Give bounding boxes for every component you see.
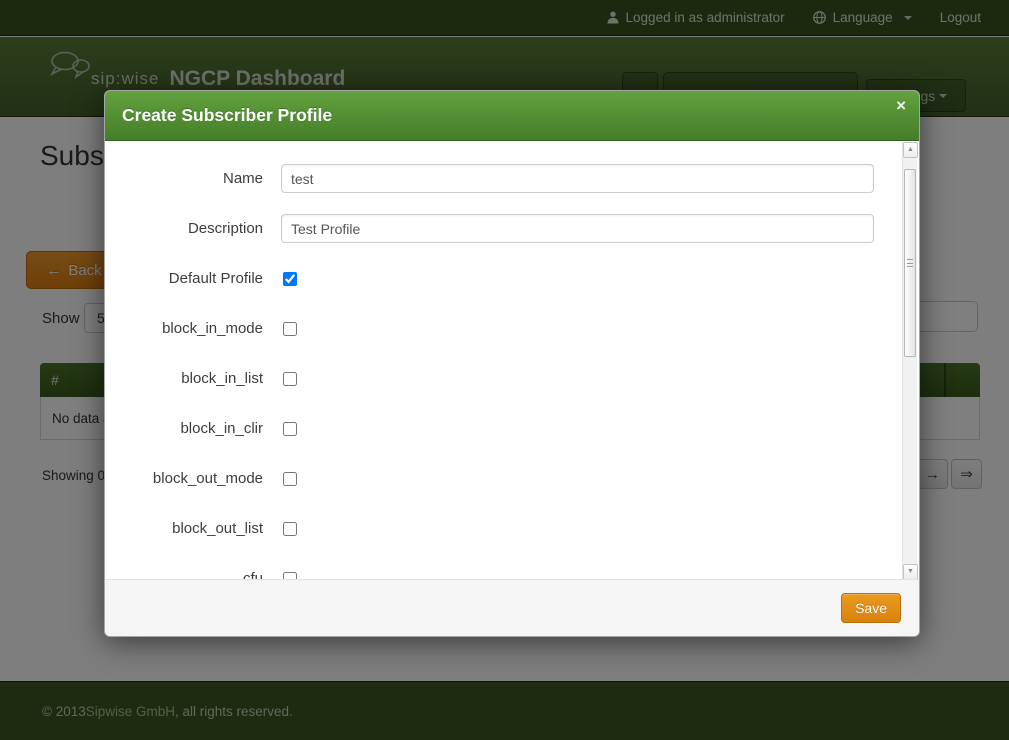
scroll-up-button[interactable]: ▲ (903, 142, 918, 158)
block-out-list-checkbox[interactable] (283, 522, 297, 536)
block-out-mode-checkbox[interactable] (283, 472, 297, 486)
field-label: Default Profile (105, 270, 281, 287)
form-row-cfu: cfu (105, 554, 919, 579)
field-label: block_in_clir (105, 420, 281, 437)
modal-footer: Save (105, 579, 919, 636)
scroll-down-icon: ▼ (907, 568, 914, 575)
field-label: block_out_mode (105, 470, 281, 487)
close-icon[interactable]: × (896, 97, 906, 114)
modal-header: Create Subscriber Profile × (105, 91, 919, 141)
form-row-block-in-list: block_in_list (105, 354, 919, 404)
scrollbar-thumb[interactable] (904, 169, 916, 357)
form-row-block-in-clir: block_in_clir (105, 404, 919, 454)
create-subscriber-profile-modal: Create Subscriber Profile × Name Descrip… (104, 90, 920, 637)
cfu-checkbox[interactable] (283, 572, 297, 579)
scroll-down-button[interactable]: ▼ (903, 564, 918, 579)
field-label: block_in_list (105, 370, 281, 387)
modal-body: Name Description Default Profile block_i… (105, 141, 919, 579)
form-row-description: Description (105, 204, 919, 254)
modal-scrollbar[interactable]: ▲ ▼ (902, 142, 917, 579)
form-row-block-out-mode: block_out_mode (105, 454, 919, 504)
scroll-up-icon: ▲ (907, 146, 914, 153)
form-row-default-profile: Default Profile (105, 254, 919, 304)
field-label: cfu (105, 570, 281, 579)
application-window: Logged in as administrator Language Logo… (0, 0, 1009, 740)
description-input[interactable] (281, 214, 874, 243)
form-row-block-in-mode: block_in_mode (105, 304, 919, 354)
field-label: Description (105, 220, 281, 237)
block-in-clir-checkbox[interactable] (283, 422, 297, 436)
scrollbar-grip-icon (907, 259, 913, 267)
form-row-name: Name (105, 154, 919, 204)
save-button[interactable]: Save (841, 593, 901, 623)
block-in-list-checkbox[interactable] (283, 372, 297, 386)
block-in-mode-checkbox[interactable] (283, 322, 297, 336)
form-row-block-out-list: block_out_list (105, 504, 919, 554)
default-profile-checkbox[interactable] (283, 272, 297, 286)
modal-title: Create Subscriber Profile (105, 105, 332, 126)
field-label: block_out_list (105, 520, 281, 537)
name-input[interactable] (281, 164, 874, 193)
field-label: block_in_mode (105, 320, 281, 337)
field-label: Name (105, 170, 281, 187)
